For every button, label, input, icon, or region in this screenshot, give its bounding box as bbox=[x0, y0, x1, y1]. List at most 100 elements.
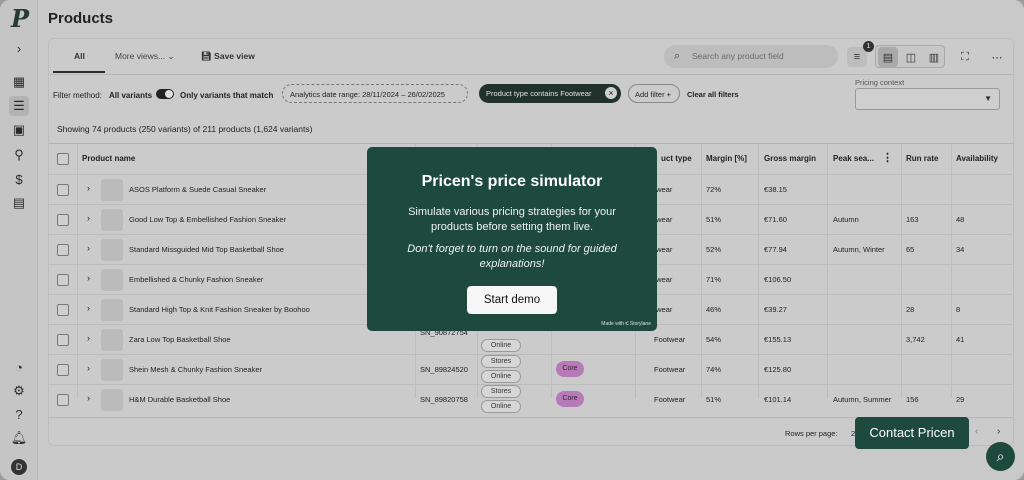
peak-season-cell: Autumn, Winter bbox=[833, 245, 885, 254]
product-name[interactable]: ASOS Platform & Suede Casual Sneaker bbox=[129, 185, 266, 194]
expand-chevron-icon[interactable]: › bbox=[87, 213, 90, 223]
table-row[interactable]: › H&M Durable Basketball Shoe SN_8982075… bbox=[49, 384, 1013, 414]
row-checkbox[interactable] bbox=[57, 244, 69, 256]
margin-cell: 52% bbox=[706, 245, 722, 254]
chart-view-icon[interactable]: ▥ bbox=[924, 47, 944, 67]
chat-search-icon[interactable]: ⌕ bbox=[986, 442, 1015, 471]
sidebar: P › ▦ ☰ ▣ ⚲ $ ▤ ◔ ⚙ ? 🔔︎ D bbox=[0, 0, 38, 480]
header-margin[interactable]: Margin [%] bbox=[706, 144, 747, 174]
add-filter-button[interactable]: Add filter + bbox=[628, 84, 680, 103]
product-name[interactable]: Shein Mesh & Chunky Fashion Sneaker bbox=[129, 365, 262, 374]
row-checkbox[interactable] bbox=[57, 274, 69, 286]
clear-filters-link[interactable]: Clear all filters bbox=[687, 90, 739, 99]
header-peak-season[interactable]: Peak sea... bbox=[833, 144, 874, 174]
row-checkbox[interactable] bbox=[57, 304, 69, 316]
pricing-context-label: Pricing context bbox=[855, 78, 905, 87]
product-thumbnail bbox=[101, 329, 123, 351]
core-badge: Core bbox=[556, 361, 584, 377]
gross-margin-cell: €106.50 bbox=[764, 275, 792, 284]
modal-title: Pricen's price simulator bbox=[421, 173, 603, 190]
settings-alert-icon[interactable]: ◔ bbox=[10, 358, 28, 376]
pricen-logo[interactable]: P bbox=[6, 4, 34, 33]
results-summary: Showing 74 products (250 variants) of 21… bbox=[57, 124, 313, 134]
more-options-icon[interactable]: ⋯ bbox=[987, 47, 1007, 67]
table-row[interactable]: › Shein Mesh & Chunky Fashion Sneaker SN… bbox=[49, 354, 1013, 384]
sku-cell: SN_89820758 bbox=[420, 395, 468, 404]
row-checkbox[interactable] bbox=[57, 184, 69, 196]
header-availability[interactable]: Availability bbox=[956, 144, 998, 174]
gear-icon[interactable]: ⚙ bbox=[10, 382, 28, 400]
more-views-dropdown[interactable]: More views... ⌄ bbox=[115, 51, 175, 62]
channel-online-tag: Online bbox=[481, 339, 521, 352]
avatar[interactable]: D bbox=[11, 459, 27, 475]
header-run-rate[interactable]: Run rate bbox=[906, 144, 938, 174]
select-all-checkbox[interactable] bbox=[57, 153, 69, 165]
product-type-chip[interactable]: Product type contains Footwear × bbox=[479, 84, 621, 103]
header-product-type[interactable]: uct type bbox=[661, 144, 692, 174]
product-name[interactable]: Embellished & Chunky Fashion Sneaker bbox=[129, 275, 263, 284]
search-placeholder: Search any product field bbox=[692, 51, 784, 61]
date-range-chip[interactable]: Analytics date range: 28/11/2024 – 26/02… bbox=[282, 84, 468, 103]
only-matching-label[interactable]: Only variants that match bbox=[180, 91, 273, 100]
product-name[interactable]: H&M Durable Basketball Shoe bbox=[129, 395, 230, 404]
column-menu-icon[interactable]: ⋮ bbox=[882, 144, 893, 174]
run-rate-cell: 156 bbox=[906, 395, 919, 404]
variant-toggle[interactable] bbox=[156, 89, 174, 99]
availability-cell: 34 bbox=[956, 245, 965, 254]
expand-chevron-icon[interactable]: › bbox=[87, 333, 90, 343]
header-product-name[interactable]: Product name bbox=[82, 144, 135, 174]
price-icon[interactable]: $ bbox=[10, 170, 28, 188]
table-view-icon[interactable]: ▤ bbox=[878, 47, 898, 67]
run-rate-cell: 28 bbox=[906, 305, 915, 314]
dashboard-icon[interactable]: ▦ bbox=[10, 73, 28, 91]
bell-icon[interactable]: 🔔︎ bbox=[10, 429, 28, 447]
tab-all[interactable]: All bbox=[74, 51, 85, 61]
all-variants-label[interactable]: All variants bbox=[109, 91, 152, 100]
split-view-icon[interactable]: ◫ bbox=[901, 47, 921, 67]
search-icon: ⌕ bbox=[674, 50, 681, 62]
expand-chevron-icon[interactable]: › bbox=[87, 273, 90, 283]
help-icon[interactable]: ? bbox=[10, 405, 28, 423]
product-name[interactable]: Good Low Top & Embellished Fashion Sneak… bbox=[129, 215, 286, 224]
fullscreen-icon[interactable]: ⛶ bbox=[955, 47, 975, 67]
row-checkbox[interactable] bbox=[57, 334, 69, 346]
run-rate-cell: 65 bbox=[906, 245, 915, 254]
image-icon[interactable]: ▣ bbox=[10, 121, 28, 139]
peak-season-cell: Autumn, Summer bbox=[833, 395, 892, 404]
contact-button[interactable]: Contact Pricen bbox=[855, 417, 969, 449]
next-page-icon[interactable]: › bbox=[997, 426, 1000, 437]
expand-chevron-icon[interactable]: › bbox=[87, 183, 90, 193]
availability-cell: 41 bbox=[956, 335, 965, 344]
row-checkbox[interactable] bbox=[57, 394, 69, 406]
filter-icon: ≡ bbox=[853, 51, 861, 63]
expand-chevron-icon[interactable]: › bbox=[87, 303, 90, 313]
close-icon[interactable]: × bbox=[605, 87, 617, 99]
product-name[interactable]: Standard High Top & Knit Fashion Sneaker… bbox=[129, 305, 310, 314]
save-view-button[interactable]: 💾︎ Save view bbox=[201, 51, 255, 62]
peak-season-cell: Autumn bbox=[833, 215, 859, 224]
core-badge: Core bbox=[556, 391, 584, 407]
prev-page-icon[interactable]: ‹ bbox=[975, 426, 978, 437]
expand-chevron-icon[interactable]: › bbox=[87, 393, 90, 403]
made-with-label[interactable]: Made with ⑆ Storylane bbox=[601, 321, 651, 327]
product-name[interactable]: Zara Low Top Basketball Shoe bbox=[129, 335, 231, 344]
expand-chevron-icon[interactable]: › bbox=[87, 243, 90, 253]
expand-chevron-icon[interactable]: › bbox=[87, 363, 90, 373]
date-range-text: Analytics date range: 28/11/2024 – 26/02… bbox=[290, 90, 445, 99]
row-checkbox[interactable] bbox=[57, 214, 69, 226]
search-input[interactable]: ⌕ Search any product field bbox=[664, 45, 838, 68]
product-thumbnail bbox=[101, 239, 123, 261]
chevron-right-icon[interactable]: › bbox=[10, 39, 28, 57]
row-checkbox[interactable] bbox=[57, 364, 69, 376]
add-filter-label: Add filter + bbox=[635, 90, 672, 99]
product-type-chip-text: Product type contains Footwear bbox=[486, 89, 592, 98]
gross-margin-cell: €39.27 bbox=[764, 305, 787, 314]
pricing-context-select[interactable]: ▼ bbox=[855, 88, 1000, 110]
list-icon[interactable]: ☰ bbox=[10, 97, 28, 115]
run-rate-cell: 163 bbox=[906, 215, 919, 224]
header-gross-margin[interactable]: Gross margin bbox=[764, 144, 816, 174]
store-icon[interactable]: ▤ bbox=[10, 194, 28, 212]
start-demo-button[interactable]: Start demo bbox=[467, 286, 557, 314]
product-name[interactable]: Standard Missguided Mid Top Basketball S… bbox=[129, 245, 284, 254]
flow-icon[interactable]: ⚲ bbox=[10, 146, 28, 164]
